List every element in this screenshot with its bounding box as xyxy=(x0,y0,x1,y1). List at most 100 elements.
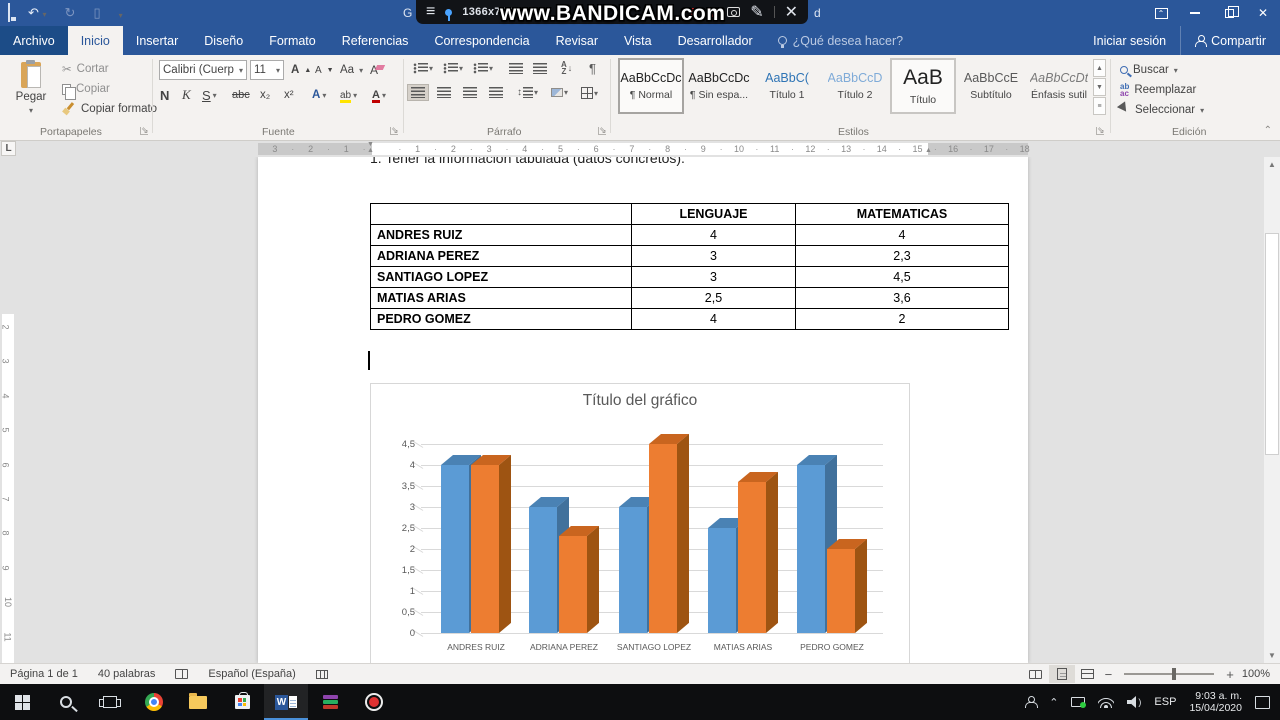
language-indicator[interactable]: Español (España) xyxy=(198,668,305,680)
numbering-button[interactable]: ▾ xyxy=(440,61,466,76)
font-dialog-launcher[interactable]: ⇘ xyxy=(390,126,399,135)
scrollbar-thumb[interactable] xyxy=(1265,233,1279,455)
subscript-button[interactable]: x₂ xyxy=(260,85,270,105)
web-layout-button[interactable] xyxy=(1075,665,1101,683)
styles-dialog-launcher[interactable]: ⇘ xyxy=(1096,126,1105,135)
bandicam-menu-icon[interactable]: ≡ xyxy=(426,3,435,21)
align-left-button[interactable] xyxy=(407,84,429,101)
tab-insertar[interactable]: Insertar xyxy=(123,26,191,55)
taskbar-bandicam[interactable] xyxy=(352,684,396,720)
zoom-out-button[interactable]: − xyxy=(1101,667,1117,682)
right-indent-marker[interactable]: ▲ xyxy=(925,147,932,154)
clock[interactable]: 9:03 a. m. 15/04/2020 xyxy=(1189,690,1242,714)
read-mode-button[interactable] xyxy=(1023,665,1049,683)
scroll-up-icon[interactable]: ▲ xyxy=(1264,157,1280,172)
tab-correspondencia[interactable]: Correspondencia xyxy=(421,26,542,55)
style-card[interactable]: AaBbCcE Subtítulo xyxy=(958,58,1024,114)
start-button[interactable] xyxy=(0,684,44,720)
justify-button[interactable] xyxy=(486,85,506,100)
tab-inicio[interactable]: Inicio xyxy=(67,26,123,55)
zoom-in-button[interactable]: + xyxy=(1222,667,1238,682)
increase-indent-button[interactable] xyxy=(530,61,550,76)
vertical-scrollbar[interactable]: ▲ ▼ xyxy=(1264,157,1280,663)
tab-archivo[interactable]: Archivo xyxy=(0,26,68,55)
shading-button[interactable]: ▾ xyxy=(548,86,571,99)
text-effects-button[interactable]: A ▾ xyxy=(312,85,326,105)
tab-desarrollador[interactable]: Desarrollador xyxy=(665,26,766,55)
taskbar-chrome[interactable] xyxy=(132,684,176,720)
font-size-select[interactable]: 11 ▾ xyxy=(250,60,284,80)
print-layout-button[interactable] xyxy=(1048,665,1075,683)
bandicam-close-icon[interactable]: ✕ xyxy=(785,2,798,22)
style-card[interactable]: AaBbCcDc ¶ Normal xyxy=(618,58,684,114)
notification-center-icon[interactable] xyxy=(1255,695,1270,709)
zoom-level[interactable]: 100% xyxy=(1238,668,1280,680)
select-button[interactable]: Seleccionar ▾ xyxy=(1116,101,1204,119)
styles-scroll-down[interactable]: ▼ xyxy=(1093,78,1106,96)
zoom-slider-thumb[interactable] xyxy=(1172,668,1177,681)
people-icon[interactable] xyxy=(1025,696,1039,708)
tab-diseno[interactable]: Diseño xyxy=(191,26,256,55)
hanging-indent-marker[interactable]: ▲ xyxy=(367,147,374,154)
shrink-font-button[interactable]: A ▼ xyxy=(315,62,334,78)
tab-vista[interactable]: Vista xyxy=(611,26,665,55)
styles-more-button[interactable]: ≡ xyxy=(1093,97,1106,115)
hidden-icons-chevron[interactable]: ⌃ xyxy=(1049,696,1058,709)
close-button[interactable]: ✕ xyxy=(1246,0,1280,26)
grow-font-button[interactable]: A ▲ xyxy=(291,62,311,78)
show-marks-button[interactable]: ¶ xyxy=(586,59,599,78)
volume-icon[interactable]: ) xyxy=(1127,696,1141,708)
bandicam-screenshot-icon[interactable] xyxy=(727,7,741,17)
customize-qat-icon[interactable]: ▾ xyxy=(119,6,123,21)
find-button[interactable]: Buscar ▾ xyxy=(1120,62,1178,78)
proofing-icon[interactable] xyxy=(175,669,189,679)
format-painter-button[interactable]: Copiar formato xyxy=(62,101,157,117)
ribbon-display-options-button[interactable]: ⌃ xyxy=(1144,0,1178,26)
bandicam-draw-icon[interactable]: ✎ xyxy=(750,2,763,22)
multilevel-list-button[interactable]: ▾ xyxy=(470,61,496,76)
superscript-button[interactable]: x² xyxy=(284,85,294,105)
horizontal-ruler[interactable]: 3 2 1 1 2 3 4 5 6 7 8 9 10 11 12 13 14 15 16 17 18 · · · · · · · · · ·… xyxy=(0,141,1280,157)
touch-mode-icon[interactable]: ▯ xyxy=(93,5,100,21)
copy-button[interactable]: Copiar xyxy=(62,81,110,100)
minimize-button[interactable] xyxy=(1178,0,1212,26)
underline-button[interactable]: S ▾ xyxy=(202,85,217,105)
keyboard-language[interactable]: ESP xyxy=(1154,696,1176,708)
align-right-button[interactable] xyxy=(460,85,480,100)
style-card[interactable]: AaBbCcDc ¶ Sin espa... xyxy=(686,58,752,114)
clear-formatting-button[interactable]: A xyxy=(370,62,386,78)
tab-formato[interactable]: Formato xyxy=(256,26,329,55)
grades-table[interactable]: LENGUAJE MATEMATICAS ANDRES RUIZ 4 4 ADRIA… xyxy=(370,203,1009,330)
borders-button[interactable]: ▾ xyxy=(578,85,601,101)
wifi-icon[interactable] xyxy=(1098,696,1115,708)
change-case-button[interactable]: Aa ▾ xyxy=(340,62,363,78)
share-button[interactable]: Compartir xyxy=(1180,26,1280,55)
cut-button[interactable]: ✂ Cortar xyxy=(62,61,109,77)
taskbar-file-explorer[interactable] xyxy=(176,684,220,720)
page-count[interactable]: Página 1 de 1 xyxy=(0,668,88,680)
redo-icon[interactable]: ↻ xyxy=(65,5,76,21)
taskbar-search-button[interactable] xyxy=(44,684,88,720)
vertical-ruler[interactable]: 23456789101112131415 xyxy=(0,314,16,663)
monitor-status-icon[interactable] xyxy=(1071,697,1087,708)
paragraph-dialog-launcher[interactable]: ⇘ xyxy=(598,126,607,135)
bullets-button[interactable]: ▾ xyxy=(410,61,436,76)
taskbar-winrar[interactable] xyxy=(308,684,352,720)
chart-object[interactable]: 0 0,5 1 1,5 2 2,5 3 3,5 4 4,5 ANDRES RUIZ ADRIANA P… xyxy=(370,383,910,663)
font-family-select[interactable]: Calibri (Cuerp ▾ xyxy=(159,60,247,80)
tab-revisar[interactable]: Revisar xyxy=(543,26,611,55)
scroll-down-icon[interactable]: ▼ xyxy=(1264,648,1280,663)
replace-button[interactable]: ab ac Reemplazar xyxy=(1120,82,1196,98)
highlight-button[interactable]: ab ▾ xyxy=(340,85,357,105)
save-icon[interactable] xyxy=(8,2,10,22)
document-page[interactable]: 1. Tener la información tabulada (datos … xyxy=(258,157,1028,663)
tab-selector[interactable]: L xyxy=(1,141,16,156)
restore-button[interactable] xyxy=(1212,0,1246,26)
align-center-button[interactable] xyxy=(434,85,454,100)
macro-record-icon[interactable] xyxy=(315,669,328,679)
style-card[interactable]: AaBbCcDt Énfasis sutil xyxy=(1026,58,1092,114)
clipboard-dialog-launcher[interactable]: ⇘ xyxy=(140,126,149,135)
sign-in-button[interactable]: Iniciar sesión xyxy=(1079,26,1180,55)
sort-button[interactable]: A Z ↓ xyxy=(558,59,575,77)
tab-referencias[interactable]: Referencias xyxy=(329,26,422,55)
